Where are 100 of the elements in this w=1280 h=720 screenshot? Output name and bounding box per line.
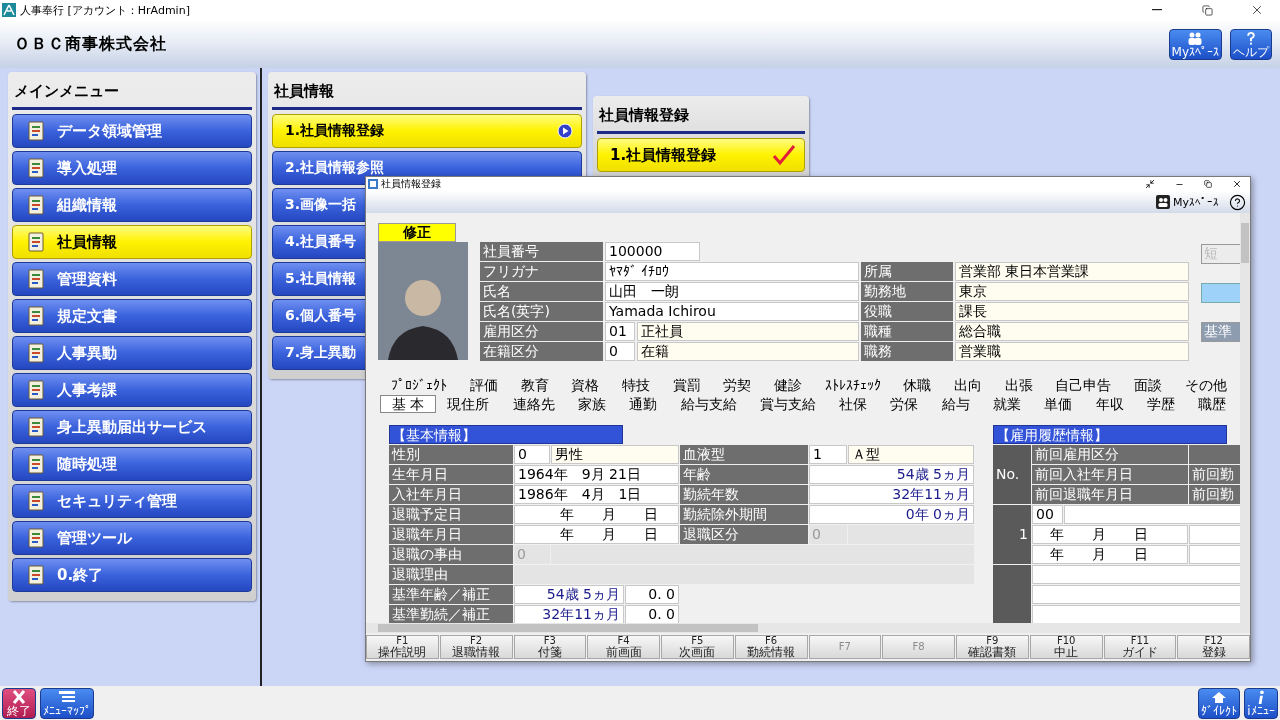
tab[interactable]: 休職 [892,376,943,394]
menu-item[interactable]: 1.社員情報登録 [272,114,582,148]
info-menu-button[interactable]: iﾒﾆｭｰ [1244,687,1278,719]
color-swatch [1201,283,1240,303]
tab[interactable]: 評価 [458,376,510,394]
tab[interactable]: 特技 [610,376,662,394]
row-number [993,565,1031,623]
function-key[interactable]: F9 確認書類 [956,635,1029,659]
row-number: 1 [993,505,1031,564]
tab[interactable]: 給与支給 [668,395,749,413]
function-key[interactable]: F10 中止 [1029,635,1103,659]
document-icon [25,231,47,253]
restore-icon [1204,180,1212,188]
tab[interactable]: 学歴 [1135,395,1187,413]
menu-item[interactable]: 人事異動 [12,336,252,370]
field-label: 退職理由 [389,565,513,584]
help-button[interactable]: ヘルプ [1230,28,1272,60]
tab[interactable]: 単価 [1032,395,1084,413]
field-code: 01 [605,322,635,341]
tab[interactable]: ﾌﾟﾛｼﾞｪｸﾄ [380,376,459,394]
tab[interactable]: 資格 [560,376,611,394]
tab[interactable]: 自己申告 [1044,376,1123,394]
tab[interactable]: 労契 [712,376,763,394]
function-key[interactable]: F6 勤続情報 [734,635,808,659]
tab[interactable]: 教育 [509,376,560,394]
field-value: 営業職 [955,342,1189,361]
document-icon [25,268,47,290]
tab[interactable]: 給与 [930,395,982,413]
field-code: 0 [605,342,635,361]
menu-item[interactable]: 規定文書 [12,299,252,333]
tab[interactable]: 年収 [1084,395,1136,413]
tab[interactable]: 基 本 [380,395,436,413]
document-icon [25,527,47,549]
info-icon [1256,689,1266,705]
menu-item[interactable]: 組織情報 [12,188,252,222]
field-label: 退職予定日 [389,505,513,524]
menu-item[interactable]: データ領域管理 [12,114,252,148]
tab[interactable]: 賞罰 [661,376,713,394]
help-icon[interactable] [1229,193,1246,211]
field-label: 社員番号 [480,242,603,261]
home-icon [1210,689,1228,704]
tab[interactable]: その他 [1173,376,1239,394]
panel-title: 社員情報登録 [597,100,805,134]
field-value: 32年11ヵ月 [514,605,624,623]
direct-button[interactable]: ﾀﾞｲﾚｸﾄ [1198,687,1240,719]
menu-map-button[interactable]: ﾒﾆｭｰﾏｯﾌﾟ [40,687,94,719]
exit-button[interactable]: 終了 [2,687,36,719]
function-key[interactable]: F4 前画面 [587,635,660,659]
myspace-button[interactable]: Myｽﾍﾟｰｽ [1168,28,1222,60]
field-value: 年 月 日 [1032,525,1188,544]
function-key[interactable]: F1 操作説明 [366,635,439,659]
field-value: 年 月 日 [514,525,679,544]
function-key[interactable]: F3 付箋 [513,635,587,659]
function-key[interactable]: F2 退職情報 [439,635,513,659]
field-value: 総合職 [955,322,1189,341]
tab[interactable]: ｽﾄﾚｽﾁｪｯｸ [813,376,893,394]
myspace-button[interactable]: Myｽﾍﾟｰｽ [1156,195,1225,209]
field-label: 在籍区分 [480,342,603,361]
field-value: Yamada Ichirou [605,302,859,321]
document-icon [25,453,47,475]
tab[interactable]: 現住所 [435,395,502,413]
field-label: 基準年齢／補正 [389,585,513,604]
menu-item[interactable]: 管理ツール [12,521,252,555]
menu-item[interactable]: 0.終了 [12,558,252,592]
menu-item[interactable]: 人事考課 [12,373,252,407]
document-icon [25,120,47,142]
vertical-scrollbar[interactable] [1240,213,1250,623]
function-key[interactable]: F12 登録 [1177,635,1250,659]
tab[interactable]: 職歴 [1186,395,1238,413]
menu-item[interactable]: 身上異動届出サービス [12,410,252,444]
tab[interactable]: 就業 [981,395,1033,413]
menu-item[interactable]: 導入処理 [12,151,252,185]
tab[interactable]: 通勤 [617,395,669,413]
tab[interactable]: 出向 [942,376,994,394]
tab[interactable]: 賞与支給 [748,395,828,413]
restore-icon [1201,4,1213,16]
help-icon [1244,30,1258,46]
tab[interactable]: 社保 [827,395,879,413]
tab[interactable]: 労保 [878,395,931,413]
function-key[interactable]: F11 ガイド [1103,635,1177,659]
field-value: 東京 [955,282,1189,301]
section-title: 【雇用履歴情報】 [993,425,1227,444]
tab[interactable]: 出張 [993,376,1045,394]
list-icon [58,689,76,704]
menu-item[interactable]: 1.社員情報登録 [597,138,805,172]
column-header: 前回雇用区分 [1032,445,1188,464]
field-label: 所属 [861,262,953,281]
menu-item[interactable]: 随時処理 [12,447,252,481]
tab[interactable]: 家族 [566,395,618,413]
field-code: 0 [514,545,550,564]
tab[interactable]: 面談 [1122,376,1174,394]
function-key[interactable]: F5 次画面 [661,635,734,659]
tab[interactable]: 連絡先 [501,395,567,413]
menu-item[interactable]: 管理資料 [12,262,252,296]
tab[interactable]: 健診 [762,376,814,394]
menu-item[interactable]: セキュリティ管理 [12,484,252,518]
menu-item[interactable]: 社員情報 [12,225,252,259]
horizontal-scrollbar[interactable] [366,623,1250,633]
section-title: 【基本情報】 [389,425,623,444]
field-value: 100000 [605,242,700,261]
